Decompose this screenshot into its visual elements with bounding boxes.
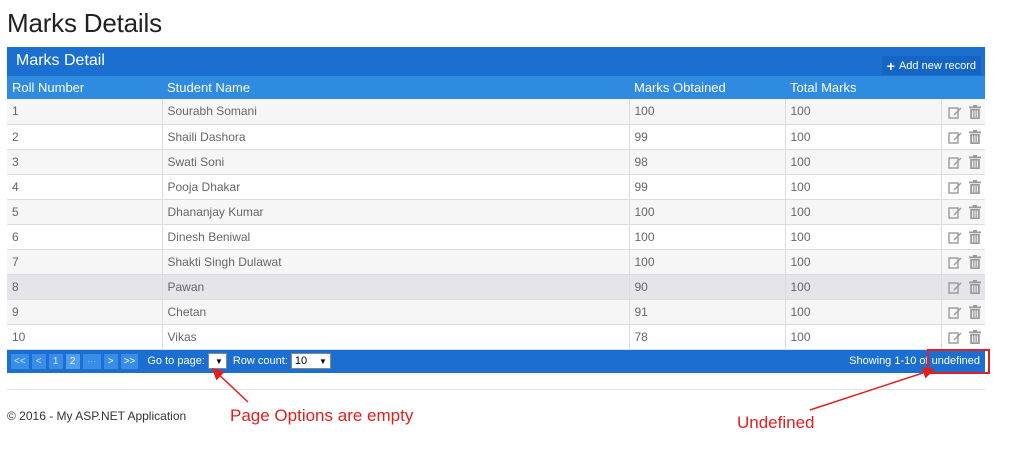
- annotation-undefined: Undefined: [737, 413, 815, 432]
- arrow-page-options: [211, 367, 249, 403]
- arrow-undefined: [809, 367, 935, 411]
- annotation-page-options: Page Options are empty: [230, 406, 414, 425]
- annotation-arrows: [211, 367, 935, 411]
